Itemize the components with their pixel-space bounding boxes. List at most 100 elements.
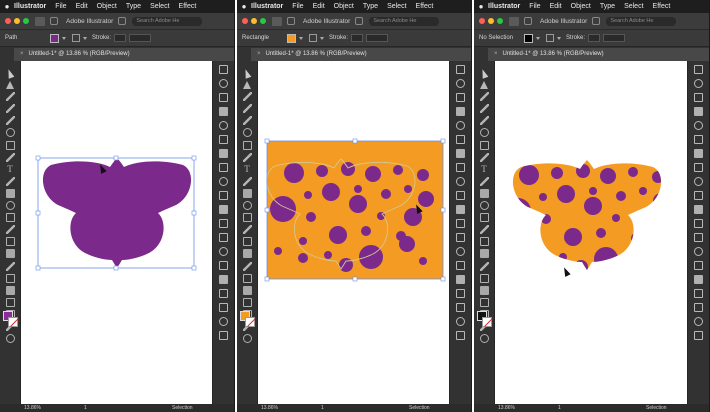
- rotate-tool-icon[interactable]: [479, 201, 489, 211]
- fill-color-swatch[interactable]: [287, 33, 296, 43]
- line-tool-icon[interactable]: [479, 176, 489, 186]
- stroke-panel-icon[interactable]: [219, 135, 228, 144]
- paragraph-panel-icon[interactable]: [456, 303, 465, 312]
- curvature-tool-icon[interactable]: [479, 116, 489, 126]
- properties-panel-icon[interactable]: [456, 65, 465, 74]
- magic-wand-tool-icon[interactable]: [5, 92, 15, 102]
- menu-type[interactable]: Type: [363, 3, 378, 10]
- close-tab-icon[interactable]: ×: [20, 51, 24, 57]
- close-tab-icon[interactable]: ×: [494, 51, 498, 57]
- stroke-indicator[interactable]: [245, 317, 255, 327]
- pen-tool-icon[interactable]: [242, 104, 252, 114]
- search-input[interactable]: Search Adobe He: [606, 16, 677, 26]
- menu-select[interactable]: Select: [624, 3, 643, 10]
- menu-object[interactable]: Object: [334, 3, 354, 10]
- document-tab[interactable]: × Untitled-1* @ 13.86 % (RGB/Preview): [14, 48, 234, 61]
- artboard-number[interactable]: 1: [84, 404, 87, 412]
- zoom-window-button[interactable]: [497, 18, 503, 24]
- resize-handle-bl[interactable]: [264, 276, 270, 282]
- resize-handle-tr[interactable]: [440, 138, 446, 144]
- apple-logo-icon[interactable]: ●: [474, 2, 488, 11]
- menu-edit[interactable]: Edit: [313, 3, 325, 10]
- fill-dropdown-caret-icon[interactable]: [62, 36, 66, 40]
- close-window-button[interactable]: [479, 18, 485, 24]
- stroke-panel-icon[interactable]: [694, 135, 703, 144]
- blend-tool-icon[interactable]: [5, 273, 15, 283]
- canvas[interactable]: [258, 61, 449, 404]
- stroke-color-swatch[interactable]: [309, 34, 317, 42]
- character-panel-icon[interactable]: [219, 289, 228, 298]
- paintbrush-tool-icon[interactable]: [479, 152, 489, 162]
- menu-effect[interactable]: Effect: [416, 3, 434, 10]
- arrange-documents-icon[interactable]: [287, 17, 295, 25]
- paragraph-panel-icon[interactable]: [219, 303, 228, 312]
- appearance-panel-icon[interactable]: [694, 177, 703, 186]
- artboard[interactable]: [258, 61, 449, 404]
- layers-panel-icon[interactable]: [456, 205, 465, 214]
- zoom-window-button[interactable]: [260, 18, 266, 24]
- close-tab-icon[interactable]: ×: [257, 51, 261, 57]
- menu-edit[interactable]: Edit: [76, 3, 88, 10]
- menu-type[interactable]: Type: [126, 3, 141, 10]
- home-icon[interactable]: [509, 16, 519, 26]
- stroke-indicator[interactable]: [482, 317, 492, 327]
- arrange-documents-icon[interactable]: [50, 17, 58, 25]
- pen-tool-icon[interactable]: [479, 104, 489, 114]
- stroke-weight-field[interactable]: [588, 34, 601, 42]
- fill-color-swatch[interactable]: [524, 33, 533, 43]
- rectangle-tool-icon[interactable]: [5, 140, 15, 150]
- stroke-weight-field[interactable]: [351, 34, 364, 42]
- paragraph-panel-icon[interactable]: [694, 303, 703, 312]
- scale-tool-icon[interactable]: [479, 213, 489, 223]
- close-window-button[interactable]: [5, 18, 11, 24]
- line-tool-icon[interactable]: [242, 176, 252, 186]
- magic-wand-tool-icon[interactable]: [479, 92, 489, 102]
- resize-handle-ml[interactable]: [35, 210, 41, 216]
- minimize-window-button[interactable]: [488, 18, 494, 24]
- artboard-number[interactable]: 1: [558, 404, 561, 412]
- home-icon[interactable]: [35, 16, 45, 26]
- pathfinder-panel-icon[interactable]: [694, 261, 703, 270]
- resize-handle-bm[interactable]: [113, 265, 119, 271]
- menu-effect[interactable]: Effect: [179, 3, 197, 10]
- swatches-panel-icon[interactable]: [219, 93, 228, 102]
- pathfinder-panel-icon[interactable]: [456, 261, 465, 270]
- symbols-panel-icon[interactable]: [456, 121, 465, 130]
- scale-tool-icon[interactable]: [242, 213, 252, 223]
- type-tool-icon[interactable]: T: [6, 164, 15, 174]
- blend-tool-icon[interactable]: [479, 273, 489, 283]
- ellipse-tool-icon[interactable]: [479, 128, 489, 138]
- menu-effect[interactable]: Effect: [653, 3, 671, 10]
- color-panel-icon[interactable]: [219, 79, 228, 88]
- eyedropper-tool-icon[interactable]: [242, 261, 252, 271]
- properties-panel-icon[interactable]: [694, 65, 703, 74]
- symbols-panel-icon[interactable]: [219, 121, 228, 130]
- asset-export-panel-icon[interactable]: [219, 331, 228, 340]
- resize-handle-tm[interactable]: [113, 155, 119, 161]
- symbol-sprayer-tool-icon[interactable]: [5, 285, 15, 295]
- stroke-weight-dropdown[interactable]: [129, 34, 152, 42]
- resize-handle-bm[interactable]: [352, 276, 358, 282]
- eraser-tool-icon[interactable]: [5, 188, 15, 198]
- type-tool-icon[interactable]: T: [480, 164, 489, 174]
- menu-file[interactable]: File: [55, 3, 66, 10]
- menu-app-name[interactable]: Illustrator: [488, 3, 520, 10]
- zoom-window-button[interactable]: [23, 18, 29, 24]
- eyedropper-tool-icon[interactable]: [479, 261, 489, 271]
- align-panel-icon[interactable]: [694, 247, 703, 256]
- resize-handle-br[interactable]: [440, 276, 446, 282]
- transparency-panel-icon[interactable]: [456, 163, 465, 172]
- swatches-panel-icon[interactable]: [694, 93, 703, 102]
- align-panel-icon[interactable]: [456, 247, 465, 256]
- layers-panel-icon[interactable]: [219, 205, 228, 214]
- artboards-panel-icon[interactable]: [456, 219, 465, 228]
- stroke-dropdown-caret-icon[interactable]: [320, 36, 324, 40]
- pen-tool-icon[interactable]: [5, 104, 15, 114]
- stroke-weight-field[interactable]: [114, 34, 127, 42]
- transparency-panel-icon[interactable]: [694, 163, 703, 172]
- stroke-dropdown-caret-icon[interactable]: [557, 36, 561, 40]
- lightbulb-icon[interactable]: [118, 17, 127, 25]
- curvature-tool-icon[interactable]: [5, 116, 15, 126]
- gradient-panel-icon[interactable]: [456, 149, 465, 158]
- resize-handle-tl[interactable]: [35, 155, 41, 161]
